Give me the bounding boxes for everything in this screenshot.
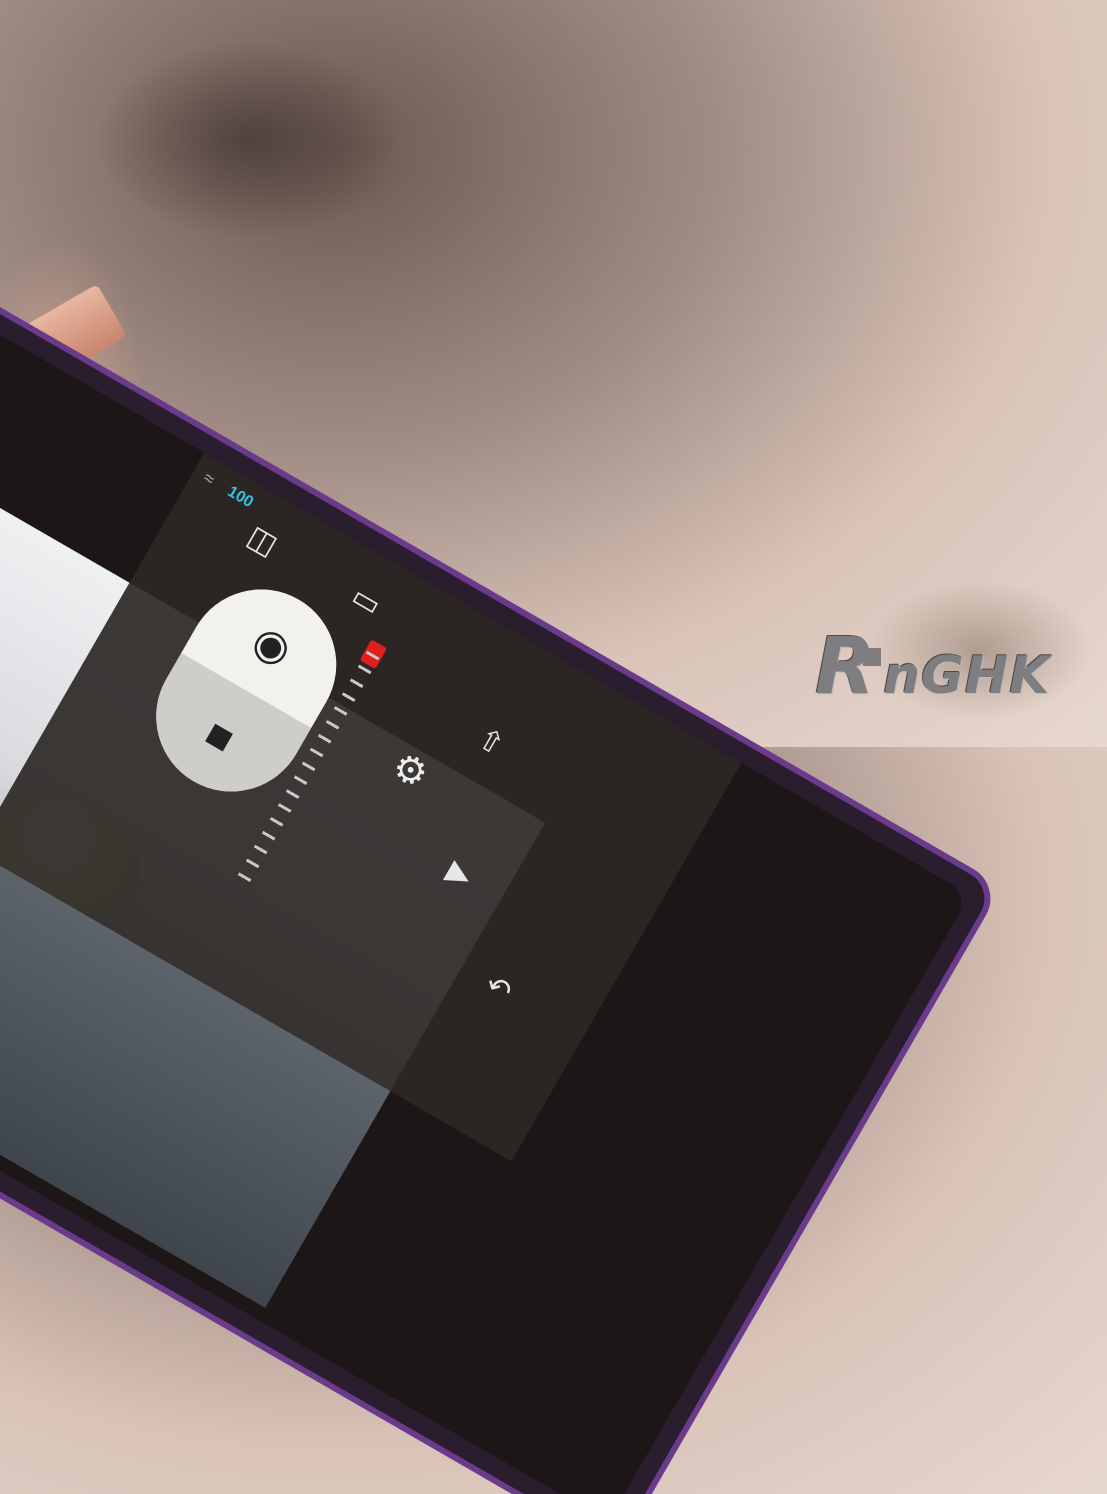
watermark-flag — [863, 648, 882, 666]
camera-icon: ◉ — [244, 615, 301, 675]
ringhk-watermark: R nGHK — [815, 628, 1051, 706]
video-camera-icon: ■ — [197, 708, 243, 763]
watermark-text: nGHK — [883, 646, 1051, 706]
watermark-initial: R — [815, 622, 876, 712]
